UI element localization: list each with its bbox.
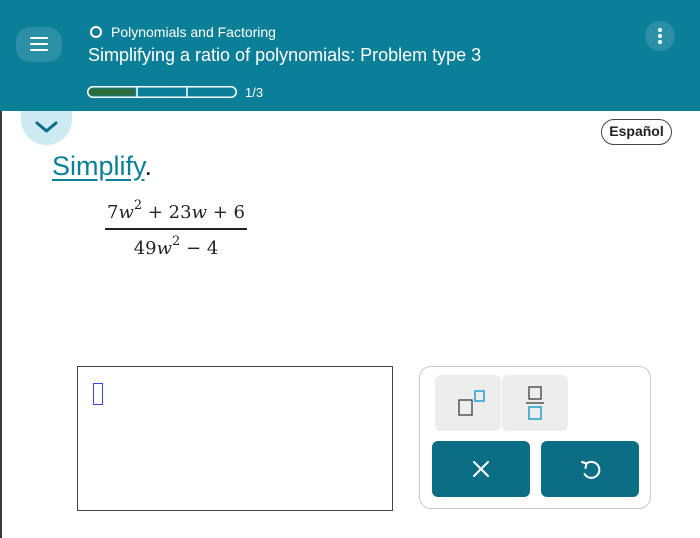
denominator-term-2: − 4 <box>186 238 219 259</box>
page-edge <box>0 111 2 538</box>
numerator: 7w2 + 23w + 6 <box>105 198 247 223</box>
undo-button[interactable] <box>541 441 639 497</box>
denominator-exponent: 2 <box>172 234 181 249</box>
rational-expression: 7w2 + 23w + 6 49w2 − 4 <box>105 198 247 259</box>
exponent-button[interactable] <box>435 375 501 431</box>
superscript-template-icon <box>458 390 485 416</box>
progress-bar <box>87 86 237 98</box>
numerator-variable: w <box>118 202 134 223</box>
simplify-link[interactable]: Simplify <box>52 151 145 181</box>
menu-button[interactable] <box>16 27 62 62</box>
math-keypad <box>419 366 651 509</box>
x-icon <box>473 461 489 477</box>
progress-segment-complete <box>89 88 135 96</box>
clear-button[interactable] <box>432 441 530 497</box>
more-options-button[interactable] <box>645 21 675 51</box>
undo-icon <box>581 460 601 479</box>
kebab-icon-dot <box>658 34 662 38</box>
numerator-term-3: + 6 <box>212 202 246 223</box>
fraction-bar <box>105 228 247 230</box>
chevron-down-icon <box>35 121 58 133</box>
hamburger-icon-line <box>30 49 48 51</box>
instruction: Simplify. <box>52 151 152 182</box>
progress-count: 1/3 <box>245 85 264 100</box>
kebab-icon-dot <box>658 40 662 44</box>
fraction-button[interactable] <box>502 375 568 431</box>
numerator-coefficient: 7 <box>106 202 119 223</box>
topic-status-icon <box>90 26 102 38</box>
denominator-variable: w <box>156 238 173 259</box>
header-bar: Polynomials and Factoring Simplifying a … <box>0 0 700 111</box>
denominator: 49w2 − 4 <box>105 234 247 259</box>
input-cursor <box>93 383 103 405</box>
fraction-template-icon <box>526 386 544 420</box>
numerator-term-2: + 23 <box>147 202 192 223</box>
collapse-header-button[interactable] <box>21 111 72 145</box>
numerator-variable-2: w <box>191 202 208 223</box>
topic-label: Polynomials and Factoring <box>111 24 276 40</box>
denominator-coefficient: 49 <box>133 238 157 259</box>
hamburger-icon-line <box>30 43 48 45</box>
kebab-icon-dot <box>658 28 662 32</box>
hamburger-icon-line <box>30 37 48 39</box>
numerator-exponent: 2 <box>133 198 143 213</box>
instruction-punctuation: . <box>144 151 153 181</box>
language-toggle-button[interactable]: Español <box>601 119 672 145</box>
answer-input[interactable] <box>77 366 393 511</box>
problem-title: Simplifying a ratio of polynomials: Prob… <box>88 45 482 65</box>
